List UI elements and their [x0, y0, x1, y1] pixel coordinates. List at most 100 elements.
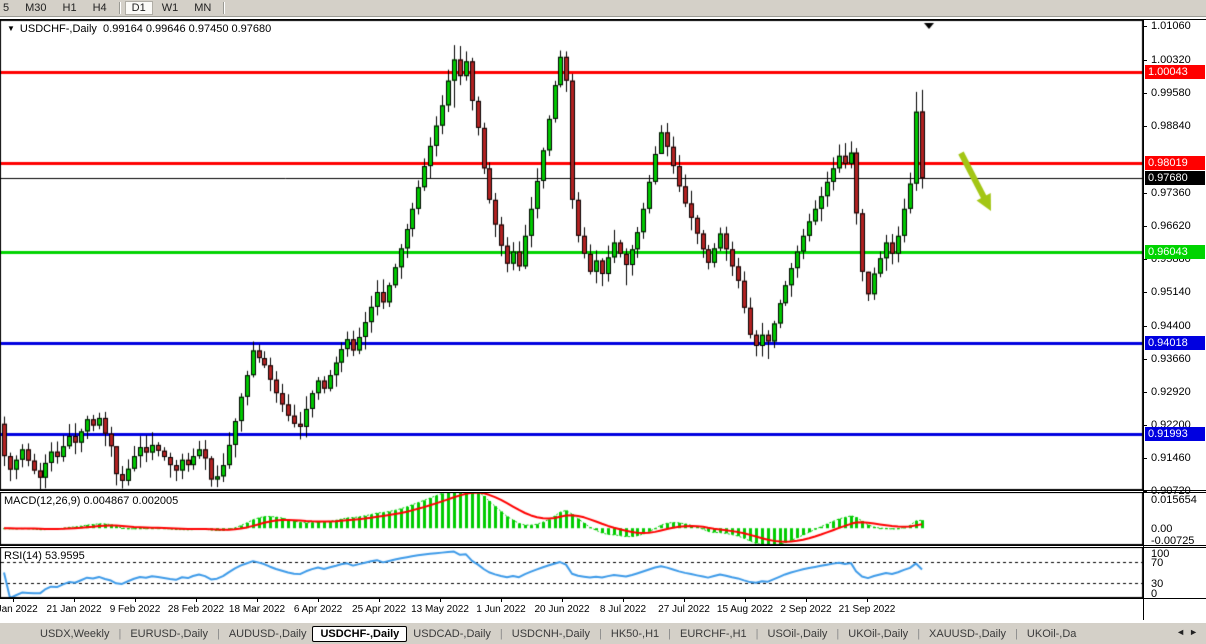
- chart-tabs-bar: USDX,Weekly|EURUSD-,Daily|AUDUSD-,DailyU…: [0, 622, 1206, 644]
- price-tick: [1143, 93, 1147, 94]
- price-badge-0.91993: 0.91993: [1145, 427, 1205, 441]
- chart-dropdown-icon: ▼: [7, 24, 15, 33]
- chart-ohlc-values: 0.99164 0.99646 0.97450 0.97680: [103, 23, 271, 35]
- date-label: 13 May 2022: [405, 604, 475, 615]
- chart-symbol-label: USDCHF-,Daily: [20, 23, 97, 35]
- macd-axis-label: 0.00: [1151, 523, 1172, 535]
- mt4-window: { "icons": {"dropdown": "▼", "tab_scroll…: [0, 0, 1206, 644]
- date-label: 6 Apr 2022: [283, 604, 353, 615]
- date-label: 27 Jul 2022: [649, 604, 719, 615]
- date-tick: [257, 598, 258, 602]
- toolbar-separator: [119, 2, 120, 14]
- price-tick-label: 0.93660: [1151, 353, 1191, 365]
- main-chart-pane[interactable]: [0, 20, 1143, 490]
- rsi-axis-label: 0: [1151, 588, 1157, 600]
- price-badge-0.97680: 0.97680: [1145, 171, 1205, 185]
- tab-separator: |: [668, 628, 671, 640]
- tab-usdcad-daily[interactable]: USDCAD-,Daily: [411, 627, 493, 641]
- date-tick: [13, 598, 14, 602]
- date-label: 8 Jul 2022: [588, 604, 658, 615]
- price-tick: [1143, 359, 1147, 360]
- date-tick: [684, 598, 685, 602]
- price-tick-label: 0.95140: [1151, 286, 1191, 298]
- macd-axis-label: -0.00725: [1151, 535, 1194, 547]
- timeframe-button-w1[interactable]: W1: [155, 1, 186, 15]
- price-tick: [1143, 491, 1147, 492]
- price-tick: [1143, 126, 1147, 127]
- rsi-label: RSI(14) 53.9595: [4, 550, 85, 562]
- rsi-pane[interactable]: [0, 547, 1143, 598]
- tab-ukoil-daily[interactable]: UKOil-,Daily: [846, 627, 910, 641]
- price-tick: [1143, 292, 1147, 293]
- chart-title: ▼ USDCHF-,Daily 0.99164 0.99646 0.97450 0…: [7, 23, 271, 35]
- price-tick: [1143, 226, 1147, 227]
- tab-separator: |: [118, 628, 121, 640]
- tab-separator: |: [217, 628, 220, 640]
- tab-scroll-left-icon[interactable]: ◄: [1176, 627, 1189, 637]
- timeframe-button-mn[interactable]: MN: [187, 1, 218, 15]
- tab-usdcnh-daily[interactable]: USDCNH-,Daily: [510, 627, 592, 641]
- tab-hk50-h1[interactable]: HK50-,H1: [609, 627, 661, 641]
- date-tick: [74, 598, 75, 602]
- timeframe-button-5[interactable]: 5: [0, 1, 16, 15]
- price-tick: [1143, 259, 1147, 260]
- tab-eurchf-h1[interactable]: EURCHF-,H1: [678, 627, 749, 641]
- toolbar-separator: [223, 2, 224, 14]
- tab-separator: |: [756, 628, 759, 640]
- tab-separator: |: [917, 628, 920, 640]
- tab-usoil-daily[interactable]: USOil-,Daily: [766, 627, 830, 641]
- date-tick: [623, 598, 624, 602]
- date-label: 21 Jan 2022: [39, 604, 109, 615]
- price-tick-label: 0.91460: [1151, 452, 1191, 464]
- macd-label: MACD(12,26,9) 0.004867 0.002005: [4, 495, 178, 507]
- price-tick: [1143, 392, 1147, 393]
- tab-ukoil-da[interactable]: UKOil-,Da: [1025, 627, 1079, 641]
- tab-eurusd-daily[interactable]: EURUSD-,Daily: [128, 627, 210, 641]
- price-tick-label: 0.97360: [1151, 187, 1191, 199]
- date-tick: [135, 598, 136, 602]
- tab-separator: |: [1015, 628, 1018, 640]
- tab-usdx-weekly[interactable]: USDX,Weekly: [38, 627, 111, 641]
- date-tick: [806, 598, 807, 602]
- rsi-axis-label: 70: [1151, 557, 1163, 569]
- date-tick: [867, 598, 868, 602]
- price-tick-label: 0.96620: [1151, 220, 1191, 232]
- tab-scroll-arrows: ◄►: [1176, 627, 1202, 637]
- price-tick: [1143, 60, 1147, 61]
- date-label: 15 Aug 2022: [710, 604, 780, 615]
- date-tick: [379, 598, 380, 602]
- price-axis-border: [1143, 19, 1144, 620]
- timeframe-button-m30[interactable]: M30: [18, 1, 53, 15]
- tab-xauusd-daily[interactable]: XAUUSD-,Daily: [927, 627, 1008, 641]
- price-tick: [1143, 26, 1147, 27]
- rsi-pane-bottom-border: [0, 598, 1206, 599]
- timeframe-button-h4[interactable]: H4: [86, 1, 114, 15]
- tab-separator: |: [836, 628, 839, 640]
- date-tick: [318, 598, 319, 602]
- tab-usdchf-daily[interactable]: USDCHF-,Daily: [312, 626, 407, 642]
- macd-axis-label: 0.015654: [1151, 494, 1197, 506]
- tab-audusd-daily[interactable]: AUDUSD-,Daily: [227, 627, 309, 641]
- macd-pane-bottom-border: [0, 545, 1206, 546]
- date-label: 28 Feb 2022: [161, 604, 231, 615]
- date-label: 9 Feb 2022: [100, 604, 170, 615]
- date-label: 2 Sep 2022: [771, 604, 841, 615]
- date-tick: [501, 598, 502, 602]
- date-label: 25 Apr 2022: [344, 604, 414, 615]
- price-badge-0.96043: 0.96043: [1145, 245, 1205, 259]
- price-tick-label: 0.99580: [1151, 87, 1191, 99]
- price-badge-0.94018: 0.94018: [1145, 336, 1205, 350]
- rsi-pane-top-border: [0, 547, 1206, 548]
- tab-separator: |: [500, 628, 503, 640]
- timeframe-button-h1[interactable]: H1: [56, 1, 84, 15]
- main-pane-bottom-border: [0, 490, 1206, 491]
- date-label: 21 Sep 2022: [832, 604, 902, 615]
- date-tick: [562, 598, 563, 602]
- date-tick: [440, 598, 441, 602]
- price-tick: [1143, 458, 1147, 459]
- timeframe-button-d1[interactable]: D1: [125, 1, 153, 15]
- price-tick-label: 0.92920: [1151, 386, 1191, 398]
- tab-scroll-right-icon[interactable]: ►: [1189, 627, 1202, 637]
- date-label: 1 Jun 2022: [466, 604, 536, 615]
- price-tick: [1143, 326, 1147, 327]
